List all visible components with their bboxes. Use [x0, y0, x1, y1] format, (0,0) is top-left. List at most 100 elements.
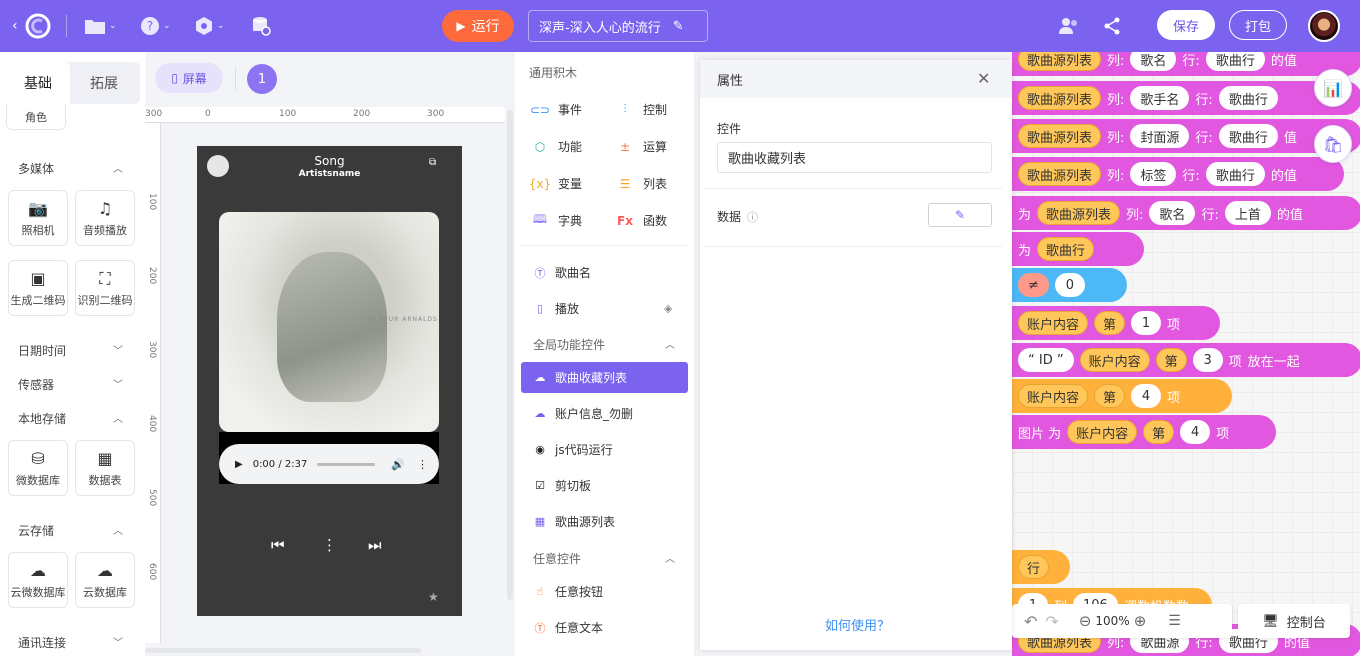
settings-icon[interactable]: ⌄ [194, 0, 225, 52]
chevron-up-icon[interactable]: ︿ [665, 336, 675, 351]
block-row[interactable]: 账户内容第 4 项 [1012, 379, 1232, 413]
volume-icon[interactable]: 🔊 [391, 458, 405, 471]
chart-icon[interactable]: 📊 [1314, 69, 1352, 107]
chevron-up-icon[interactable]: ︿ [113, 522, 123, 537]
folder-icon[interactable]: ⌄ [84, 0, 117, 52]
component-camera[interactable]: 📷 照相机 [8, 190, 68, 246]
component-datatable[interactable]: ▦ 数据表 [75, 440, 135, 496]
block-row[interactable]: 歌曲源列表 列: 标签 行: 歌曲行 的值 [1012, 157, 1344, 191]
code-canvas[interactable]: 歌曲源列表 列: 歌名 行: 歌曲行 的值 歌曲源列表 列: 歌手名 行: 歌曲行 歌曲源列表 列:… [1012, 52, 1360, 656]
category-operation[interactable]: ± 运算 [617, 138, 667, 155]
component-micro-db[interactable]: ⛁ 微数据库 [8, 440, 68, 496]
console-button[interactable]: 🖥 控制台 [1238, 604, 1350, 638]
favorite-star-icon[interactable]: ★ [428, 590, 439, 604]
edit-data-button[interactable]: ✎ [928, 203, 992, 227]
section-multimedia[interactable]: 多媒体 [18, 160, 54, 177]
layers-icon[interactable]: ◈ [664, 302, 672, 315]
block-row[interactable]: ≠ 0 [1012, 268, 1127, 302]
category-event[interactable]: ⊂⊃ 事件 [530, 101, 582, 118]
category-function-def[interactable]: Fx 函数 [617, 212, 667, 229]
control-name-field[interactable]: 歌曲收藏列表 [717, 142, 992, 173]
component-clipboard[interactable]: ☑ 剪切板 [521, 470, 688, 501]
stage-hscrollbar[interactable] [145, 648, 421, 653]
section-cloud-storage[interactable]: 云存储 [18, 522, 54, 539]
run-button[interactable]: ▶ 运行 [442, 10, 514, 42]
category-list[interactable]: ☰ 列表 [617, 175, 667, 192]
component-js-runner[interactable]: ◉ js代码运行 [521, 434, 688, 465]
store-icon[interactable]: 🛍 [1314, 125, 1352, 163]
chevron-up-icon[interactable]: ︿ [665, 550, 675, 565]
zoom-out-icon[interactable]: ⊖ [1079, 612, 1092, 630]
component-qr-scan[interactable]: ⛶ 识别二维码 [75, 260, 135, 316]
edit-icon[interactable]: ✎ [673, 19, 684, 34]
progress-track[interactable] [317, 462, 376, 466]
album-cover[interactable]: ÓLAFUR ARNALDS [219, 212, 439, 432]
block-row[interactable]: “ ID ” 账户内容第 3 项放在一起 [1012, 343, 1360, 377]
redo-icon[interactable]: ↷ [1045, 612, 1058, 631]
help-circle-icon[interactable]: ⓘ [747, 211, 758, 224]
back-icon[interactable]: ‹ [12, 0, 18, 52]
stage-scrollbar[interactable] [507, 110, 513, 600]
collaborators-icon[interactable] [1058, 0, 1080, 52]
chevron-up-icon[interactable]: ︿ [113, 410, 123, 425]
block-row[interactable]: 图片 为账户内容第 4 项 [1012, 415, 1276, 449]
category-function[interactable]: ⬡ 功能 [532, 138, 582, 155]
tab-extend[interactable]: 拓展 [72, 62, 136, 104]
block-row[interactable]: 账户内容第 1 项 [1012, 306, 1220, 340]
chevron-down-icon[interactable]: ﹀ [113, 634, 123, 649]
component-cloud-micro-db[interactable]: ☁ 云微数据库 [8, 552, 68, 608]
database-icon[interactable] [250, 0, 272, 52]
previous-icon[interactable]: ⏮ [271, 536, 285, 554]
component-any-text[interactable]: Ⓣ 任意文本 [521, 612, 688, 643]
block-row[interactable]: 歌曲源列表 列: 歌名 行: 歌曲行 的值 [1012, 52, 1360, 76]
user-avatar[interactable] [1308, 10, 1340, 42]
how-to-use-link[interactable]: 如何使用？ [825, 615, 890, 634]
section-local-storage[interactable]: 本地存储 [18, 410, 66, 427]
component-song-name[interactable]: Ⓣ 歌曲名 [521, 257, 688, 288]
next-icon[interactable]: ⏭ [368, 536, 382, 554]
chevron-down-icon[interactable]: ﹀ [113, 342, 123, 357]
audio-player[interactable]: ▶ 0:00 / 2:37 🔊 ⋮ [219, 444, 439, 484]
align-icon[interactable]: ☰ [1168, 613, 1181, 629]
screen-button[interactable]: ▯ 屏幕 [155, 63, 223, 93]
block-row[interactable]: 为歌曲行 [1012, 232, 1144, 266]
project-name-field[interactable]: 深声-深入人心的流行 ✎ [528, 10, 708, 42]
chevron-up-icon[interactable]: ︿ [113, 160, 123, 175]
undo-icon[interactable]: ↶ [1024, 612, 1037, 631]
component-qr-gen[interactable]: ▣ 生成二维码 [8, 260, 68, 316]
component-play[interactable]: ▯ 播放 ◈ [521, 293, 688, 324]
block-row[interactable]: 行 [1012, 550, 1070, 584]
category-variable[interactable]: {x} 变量 [529, 175, 582, 192]
app-logo[interactable] [24, 0, 52, 52]
pack-button[interactable]: 打包 [1229, 10, 1287, 40]
component-song-source-list[interactable]: ▦ 歌曲源列表 [521, 506, 688, 537]
section-sensor[interactable]: 传感器 [18, 376, 54, 393]
close-icon[interactable]: ✕ [977, 69, 990, 88]
block-row[interactable]: 歌曲源列表 列: 歌手名 行: 歌曲行 [1012, 81, 1360, 115]
component-cloud-db[interactable]: ☁ 云数据库 [75, 552, 135, 608]
chevron-down-icon[interactable]: ﹀ [113, 376, 123, 391]
component-account-info[interactable]: ☁ 账户信息_勿删 [521, 398, 688, 429]
block-row[interactable]: 为歌曲源列表 列: 歌名 行: 上首 的值 [1012, 196, 1360, 230]
play-circle-icon: ◉ [535, 443, 545, 456]
component-role[interactable]: 角色 [6, 104, 66, 130]
component-any-button[interactable]: ☝ 任意按钮 [521, 576, 688, 607]
save-button[interactable]: 保存 [1157, 10, 1215, 40]
share-icon[interactable] [1103, 0, 1121, 52]
more-options-icon[interactable]: ⋮ [322, 536, 337, 554]
section-comm[interactable]: 通讯连接 [18, 634, 66, 651]
more-icon[interactable]: ⋮ [417, 458, 428, 471]
block-row[interactable]: 歌曲源列表 列: 封面源 行: 歌曲行值 [1012, 119, 1360, 153]
category-dictionary[interactable]: 🕮 字典 [532, 212, 582, 229]
help-icon[interactable]: ? ⌄ [140, 0, 171, 52]
component-favorites-list[interactable]: ☁ 歌曲收藏列表 [521, 362, 688, 393]
component-audio[interactable]: ♫ 音频播放 [75, 190, 135, 246]
tab-basic[interactable]: 基础 [6, 62, 70, 104]
zoom-in-icon[interactable]: ⊕ [1134, 612, 1147, 630]
cloud-db-icon: ☁ [97, 560, 113, 580]
playlist-icon[interactable]: ⧉ [429, 157, 436, 168]
section-datetime[interactable]: 日期时间 [18, 342, 66, 359]
play-icon[interactable]: ▶ [235, 459, 243, 470]
screen-number-badge[interactable]: 1 [247, 64, 277, 94]
category-control[interactable]: ⫶ 控制 [617, 101, 667, 118]
